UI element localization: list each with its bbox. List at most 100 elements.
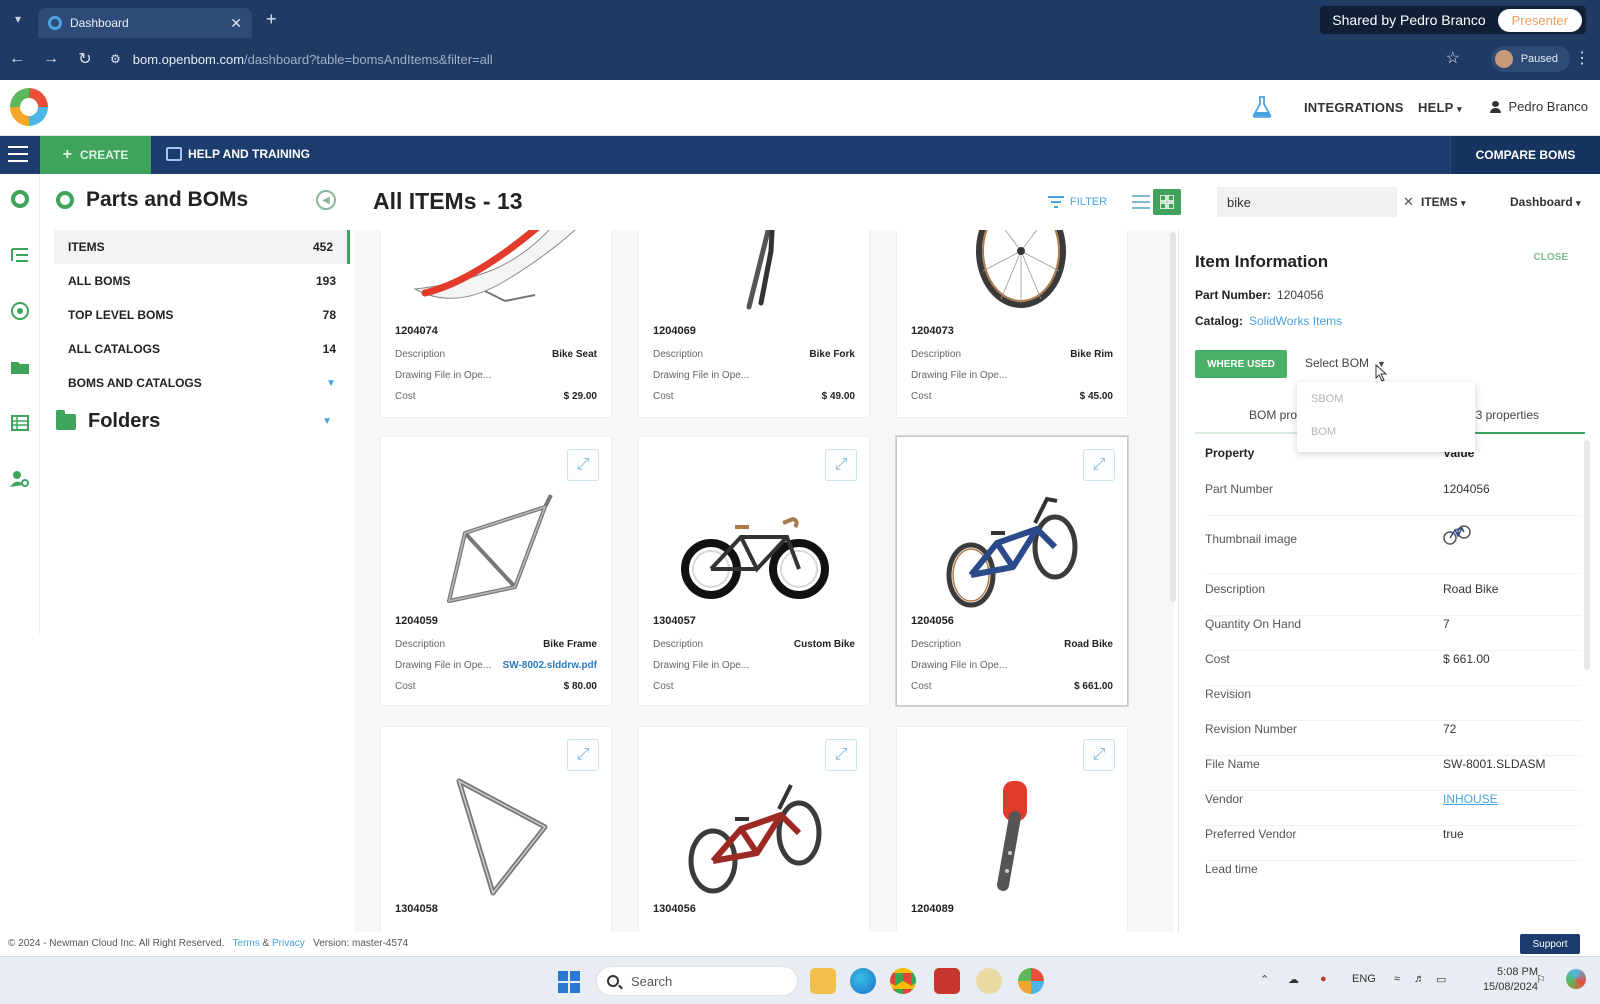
- item-card[interactable]: ⤢ 1204059 Description Bike Frame Drawing …: [380, 436, 612, 706]
- road-bike-image: [946, 496, 1078, 608]
- windows-start-icon[interactable]: [558, 971, 580, 993]
- item-card[interactable]: ⤢ 1304056: [638, 726, 870, 932]
- item-card[interactable]: ⤢ 1304057 Description Custom Bike Drawing…: [638, 436, 870, 706]
- tab-search-icon[interactable]: ▾: [4, 6, 32, 32]
- collapse-sidebar-icon[interactable]: ◀: [316, 190, 336, 210]
- help-and-training-button[interactable]: HELP AND TRAINING: [166, 147, 310, 161]
- sidebar-item-label: ALL BOMS: [68, 274, 131, 288]
- panel-scrollbar[interactable]: [1584, 440, 1590, 670]
- browser-tab[interactable]: Dashboard ✕: [38, 8, 252, 38]
- parts-icon[interactable]: [9, 188, 31, 210]
- sidebar-item-label: BOMS AND CATALOGS: [68, 376, 202, 390]
- tab-bom-properties[interactable]: BOM pro: [1249, 408, 1297, 422]
- user-menu[interactable]: Pedro Branco: [1489, 99, 1588, 114]
- catalog-icon[interactable]: [9, 300, 31, 322]
- search-input[interactable]: [1227, 194, 1403, 210]
- dashboard-dropdown[interactable]: Dashboard ▾: [1510, 195, 1581, 209]
- folders-section[interactable]: Folders ▼: [56, 409, 332, 433]
- onedrive-cloud-icon[interactable]: ☁: [1288, 973, 1299, 986]
- privacy-link[interactable]: Privacy: [272, 938, 305, 949]
- hamburger-menu-icon[interactable]: [8, 146, 28, 162]
- drawing-file-link[interactable]: SW-8002.slddrw.pdf: [503, 660, 597, 671]
- catalog-link[interactable]: SolidWorks Items: [1249, 314, 1342, 328]
- item-card[interactable]: ⤢ 1204089: [896, 726, 1128, 932]
- taskbar-search[interactable]: Search: [596, 966, 798, 996]
- windows-taskbar: Search ⌃ ☁ ● ENG ≈ ♬ ▭ 5:08 PM 15/08/202…: [0, 956, 1600, 1004]
- sidebar-item-all-catalogs[interactable]: ALL CATALOGS 14: [54, 332, 350, 366]
- grid-scrollbar[interactable]: [1170, 232, 1176, 602]
- openbom-app-icon[interactable]: [1018, 968, 1044, 994]
- vendor-link[interactable]: INHOUSE: [1443, 792, 1498, 806]
- compare-boms-button[interactable]: COMPARE BOMS: [1450, 136, 1600, 174]
- menu-item-sbom[interactable]: SBOM: [1297, 382, 1475, 415]
- property-row: Part Number 1204056: [1205, 482, 1581, 516]
- profile-button[interactable]: Paused: [1490, 46, 1570, 72]
- item-card[interactable]: 1204073 Description Bike Rim Drawing File…: [896, 230, 1128, 418]
- forward-icon[interactable]: →: [34, 50, 68, 68]
- select-bom-dropdown[interactable]: Select BOM ▼: [1305, 356, 1386, 370]
- site-settings-icon[interactable]: ⚙: [110, 52, 121, 66]
- reload-icon[interactable]: ↻: [68, 49, 102, 69]
- pinned-app-icon[interactable]: [976, 968, 1002, 994]
- openbom-logo[interactable]: [10, 88, 48, 126]
- notifications-icon[interactable]: ⚐: [1536, 973, 1546, 986]
- items-dropdown[interactable]: ITEMS ▾: [1421, 195, 1466, 209]
- filter-button[interactable]: FILTER: [1048, 196, 1107, 208]
- folder-icon[interactable]: [9, 356, 31, 378]
- flask-icon[interactable]: [1252, 96, 1272, 118]
- sidebar-item-boms-and-catalogs[interactable]: BOMS AND CATALOGS ▼: [54, 366, 350, 400]
- search-field[interactable]: ✕: [1217, 187, 1414, 217]
- microphone-icon[interactable]: ●: [1320, 973, 1327, 985]
- item-card[interactable]: ⤢ 1304058: [380, 726, 612, 932]
- new-tab-icon[interactable]: +: [266, 9, 277, 30]
- list-view-icon[interactable]: [1132, 194, 1150, 210]
- sidebar-item-count: 193: [315, 274, 336, 288]
- integrations-link[interactable]: INTEGRATIONS: [1304, 100, 1404, 115]
- battery-icon[interactable]: ▭: [1436, 973, 1446, 986]
- where-used-button[interactable]: WHERE USED: [1195, 350, 1287, 378]
- wifi-icon[interactable]: ≈: [1394, 973, 1400, 985]
- tab-item-properties[interactable]: 3 properties: [1476, 408, 1539, 422]
- close-panel-button[interactable]: CLOSE: [1534, 252, 1568, 263]
- property-value: $ 661.00: [1443, 652, 1490, 666]
- url-field[interactable]: ⚙ bom.openbom.com/dashboard?table=bomsAn…: [110, 52, 493, 67]
- menu-item-bom[interactable]: BOM: [1297, 415, 1475, 448]
- support-button[interactable]: Support: [1520, 934, 1580, 954]
- browser-menu-icon[interactable]: ⋮: [1574, 48, 1590, 68]
- chrome-browser-icon[interactable]: [890, 968, 916, 994]
- item-description: Bike Seat: [551, 349, 597, 360]
- chevron-down-icon: ▾: [1457, 104, 1462, 114]
- sidebar-title-text: Parts and BOMs: [86, 188, 249, 211]
- triangle-frame-image: [456, 778, 548, 896]
- solidworks-icon[interactable]: [934, 968, 960, 994]
- clear-search-icon[interactable]: ✕: [1403, 194, 1414, 210]
- catalog-label: Catalog:: [1195, 314, 1243, 328]
- grid-view-button[interactable]: [1153, 189, 1181, 215]
- item-card[interactable]: 1204069 Description Bike Fork Drawing Fil…: [638, 230, 870, 418]
- help-menu[interactable]: HELP ▾: [1418, 100, 1462, 115]
- item-card[interactable]: 1204074 Description Bike Seat Drawing Fil…: [380, 230, 612, 418]
- sidebar-item-top-level-boms[interactable]: TOP LEVEL BOMS 78: [54, 298, 350, 332]
- sidebar-item-items[interactable]: ITEMS 452: [54, 230, 350, 264]
- list-icon[interactable]: [9, 412, 31, 434]
- volume-icon[interactable]: ♬: [1414, 973, 1425, 985]
- tray-chevron-up-icon[interactable]: ⌃: [1260, 973, 1269, 986]
- item-card-selected[interactable]: ⤢ 1204056 Description Road Bike Drawing F…: [896, 436, 1128, 706]
- file-explorer-icon[interactable]: [810, 968, 836, 994]
- taskbar-clock[interactable]: 5:08 PM 15/08/2024: [1483, 965, 1538, 995]
- back-icon[interactable]: ←: [0, 50, 34, 68]
- close-tab-icon[interactable]: ✕: [230, 15, 242, 32]
- create-button[interactable]: + CREATE: [40, 136, 151, 174]
- tree-icon[interactable]: [9, 244, 31, 266]
- thumbnail-bike-image[interactable]: [1443, 520, 1471, 546]
- sidebar-item-all-boms[interactable]: ALL BOMS 193: [54, 264, 350, 298]
- copilot-icon[interactable]: [1566, 969, 1586, 989]
- property-row: Revision Number 72: [1205, 722, 1581, 756]
- property-key: Lead time: [1205, 862, 1258, 876]
- terms-link[interactable]: Terms: [233, 938, 260, 949]
- edge-browser-icon[interactable]: [850, 968, 876, 994]
- bookmark-star-icon[interactable]: ☆: [1446, 48, 1460, 68]
- language-indicator[interactable]: ENG: [1352, 973, 1376, 985]
- user-settings-icon[interactable]: [9, 468, 31, 490]
- presenter-button[interactable]: Presenter: [1497, 8, 1582, 32]
